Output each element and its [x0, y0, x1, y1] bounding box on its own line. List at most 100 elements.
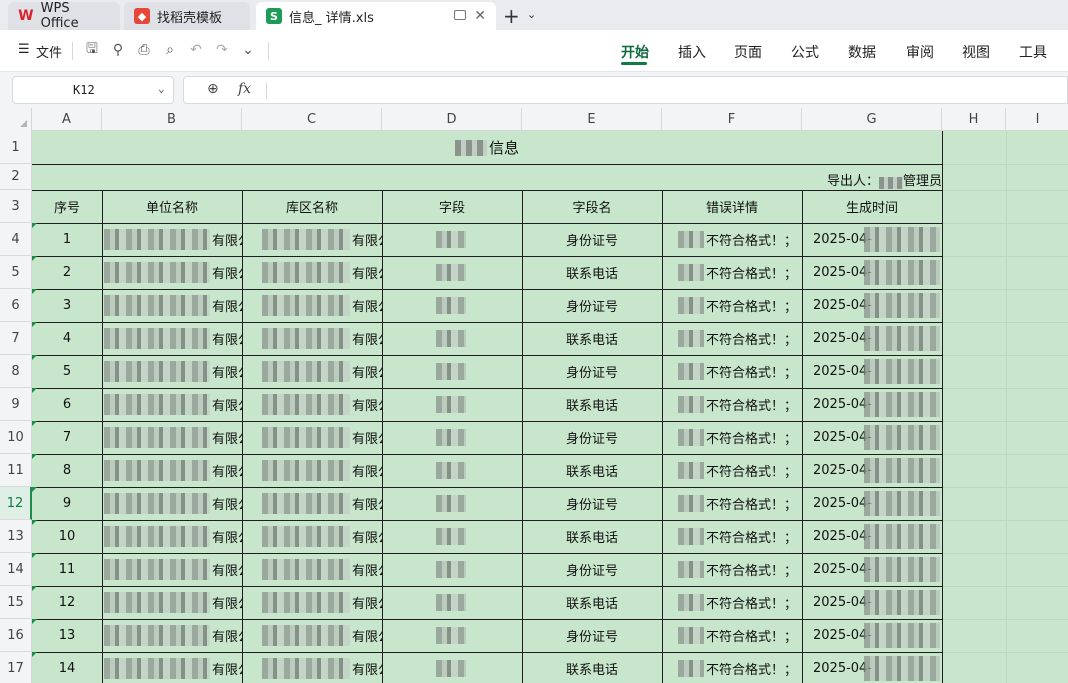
cell-seq-no[interactable]: 5 — [32, 355, 102, 388]
row-header-17[interactable]: 17 — [0, 652, 32, 683]
unit-name-tail: 有限公 — [212, 597, 242, 612]
chevron-down-icon[interactable]: ⌄ — [527, 8, 536, 21]
print-preview-icon[interactable]: ⌕ — [160, 40, 180, 60]
cell-seq-no[interactable]: 4 — [32, 322, 102, 355]
function-icon[interactable]: fx — [238, 81, 251, 97]
redacted-text — [262, 658, 350, 679]
table-header-cell[interactable]: 库区名称 — [242, 190, 382, 223]
cell-field-name[interactable]: 联系电话 — [522, 652, 662, 683]
row-header-7[interactable]: 7 — [0, 322, 32, 355]
cell-field-name[interactable]: 身份证号 — [522, 487, 662, 520]
file-menu-button[interactable]: 文件 — [36, 42, 62, 61]
cell-seq-no[interactable]: 9 — [32, 487, 102, 520]
zoom-icon[interactable]: ⊕ — [207, 81, 219, 97]
select-all-corner[interactable] — [0, 108, 32, 131]
cell-field-name[interactable]: 身份证号 — [522, 289, 662, 322]
cell-field-name[interactable]: 联系电话 — [522, 322, 662, 355]
cell-seq-no[interactable]: 2 — [32, 256, 102, 289]
row-header-11[interactable]: 11 — [0, 454, 32, 487]
exporter-cell[interactable]: 导出人： 管理员 — [32, 164, 942, 190]
row-header-1[interactable]: 1 — [0, 131, 32, 164]
share-icon[interactable]: ⚲ — [108, 40, 128, 60]
row-header-16[interactable]: 16 — [0, 619, 32, 652]
tab-data[interactable]: 数据 — [848, 42, 876, 62]
toolbar-divider — [72, 42, 73, 60]
sheet-title-cell[interactable]: 信息 — [32, 131, 942, 164]
table-header-cell[interactable]: 生成时间 — [802, 190, 942, 223]
column-header-h[interactable]: H — [942, 108, 1006, 131]
row-header-14[interactable]: 14 — [0, 553, 32, 586]
cell-field-name[interactable]: 联系电话 — [522, 256, 662, 289]
cell-seq-no[interactable]: 1 — [32, 223, 102, 256]
print-icon[interactable]: ⎙ — [134, 40, 154, 60]
column-header-e[interactable]: E — [522, 108, 662, 131]
column-header-b[interactable]: B — [102, 108, 242, 131]
tab-home[interactable]: 开始 — [621, 42, 649, 62]
new-tab-button[interactable]: + — [503, 4, 520, 28]
cell-seq-no[interactable]: 14 — [32, 652, 102, 683]
save-icon[interactable]: 🖫 — [82, 40, 102, 60]
column-header-a[interactable]: A — [32, 108, 102, 131]
error-detail-text: 不符合格式！； — [706, 333, 798, 348]
cell-field-name[interactable]: 联系电话 — [522, 388, 662, 421]
row-header-12[interactable]: 12 — [0, 487, 32, 520]
redacted-text — [104, 592, 210, 613]
window-mode-icon[interactable] — [454, 10, 466, 20]
cell-seq-no[interactable]: 10 — [32, 520, 102, 553]
cell-seq-no[interactable]: 13 — [32, 619, 102, 652]
tab-docer-templates[interactable]: ◆ 找稻壳模板 — [124, 2, 250, 30]
menu-icon[interactable]: ☰ — [18, 42, 30, 57]
name-box[interactable]: K12 ⌄ — [12, 76, 174, 104]
row-header-2[interactable]: 2 — [0, 164, 32, 190]
tab-insert[interactable]: 插入 — [678, 42, 706, 62]
row-header-10[interactable]: 10 — [0, 421, 32, 454]
close-icon[interactable]: ✕ — [474, 8, 486, 24]
row-header-8[interactable]: 8 — [0, 355, 32, 388]
cell-seq-no[interactable]: 7 — [32, 421, 102, 454]
tab-tools[interactable]: 工具 — [1019, 42, 1047, 62]
spreadsheet-grid[interactable]: ABCDEFGHI 1 2 3 4 5 6 7 8 9 10 11 12 13 14 15 16 17 信息 导出… — [0, 108, 1068, 683]
redacted-text — [104, 229, 210, 250]
row-header-3[interactable]: 3 — [0, 190, 32, 223]
undo-icon[interactable]: ↶ — [186, 40, 206, 60]
tab-formula[interactable]: 公式 — [791, 42, 819, 62]
column-header-d[interactable]: D — [382, 108, 522, 131]
table-header-cell[interactable]: 错误详情 — [662, 190, 802, 223]
formula-input[interactable]: ⊕ fx — [183, 76, 1068, 104]
row-header-13[interactable]: 13 — [0, 520, 32, 553]
cell-field-name[interactable]: 身份证号 — [522, 421, 662, 454]
cell-seq-no[interactable]: 8 — [32, 454, 102, 487]
cell-seq-no[interactable]: 3 — [32, 289, 102, 322]
cell-field-name[interactable]: 联系电话 — [522, 586, 662, 619]
tab-wps-office[interactable]: W WPS Office — [8, 1, 120, 31]
row-header-4[interactable]: 4 — [0, 223, 32, 256]
cell-seq-no[interactable]: 11 — [32, 553, 102, 586]
table-header-cell[interactable]: 序号 — [32, 190, 102, 223]
row-header-6[interactable]: 6 — [0, 289, 32, 322]
column-header-i[interactable]: I — [1006, 108, 1068, 131]
table-header-cell[interactable]: 单位名称 — [102, 190, 242, 223]
row-header-15[interactable]: 15 — [0, 586, 32, 619]
redo-icon[interactable]: ↷ — [212, 40, 232, 60]
cell-field-name[interactable]: 身份证号 — [522, 223, 662, 256]
cell-field-name[interactable]: 联系电话 — [522, 454, 662, 487]
cell-field-name[interactable]: 身份证号 — [522, 619, 662, 652]
cell-field-name[interactable]: 联系电话 — [522, 520, 662, 553]
table-header-cell[interactable]: 字段 — [382, 190, 522, 223]
tab-review[interactable]: 审阅 — [906, 42, 934, 62]
tab-page[interactable]: 页面 — [734, 42, 762, 62]
cell-seq-no[interactable]: 12 — [32, 586, 102, 619]
row-header-9[interactable]: 9 — [0, 388, 32, 421]
tab-view[interactable]: 视图 — [962, 42, 990, 62]
chevron-down-icon[interactable]: ⌄ — [158, 82, 165, 95]
cell-field-name[interactable]: 身份证号 — [522, 553, 662, 586]
column-header-g[interactable]: G — [802, 108, 942, 131]
row-header-5[interactable]: 5 — [0, 256, 32, 289]
tab-spreadsheet[interactable]: S 信息_ 详情.xls ✕ — [256, 2, 496, 30]
cell-field-name[interactable]: 身份证号 — [522, 355, 662, 388]
cell-seq-no[interactable]: 6 — [32, 388, 102, 421]
chevron-down-icon[interactable]: ⌄ — [238, 40, 258, 60]
column-header-c[interactable]: C — [242, 108, 382, 131]
column-header-f[interactable]: F — [662, 108, 802, 131]
table-header-cell[interactable]: 字段名 — [522, 190, 662, 223]
